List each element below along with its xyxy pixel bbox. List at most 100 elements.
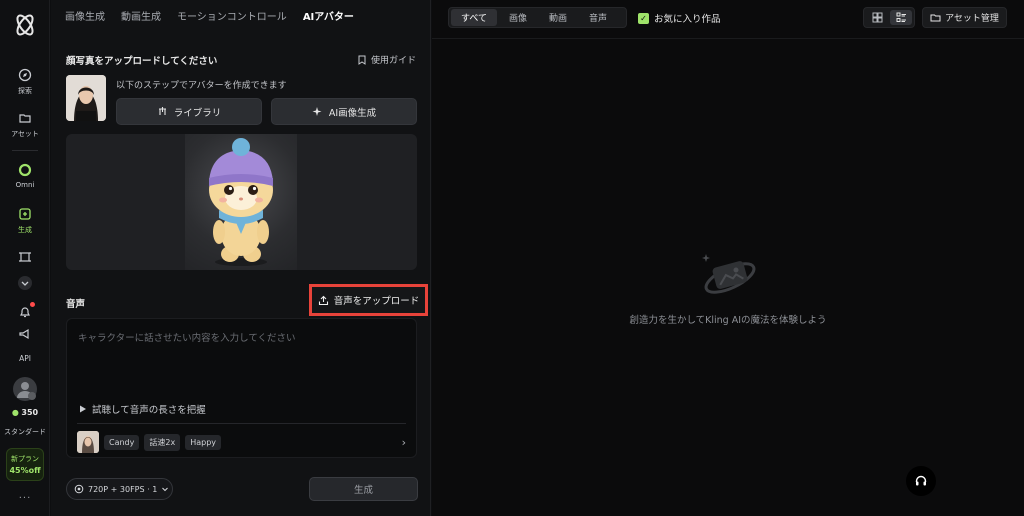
library-button-label: ライブラリ <box>173 107 222 119</box>
asset-management-button[interactable]: アセット管理 <box>922 7 1007 28</box>
promo-line2: 45%off <box>9 466 41 475</box>
speech-text-placeholder: キャラクターに話させたい内容を入力してください <box>78 333 296 344</box>
rail-item-crop[interactable] <box>0 248 50 266</box>
favorites-label: お気に入り作品 <box>654 14 721 25</box>
list-icon <box>896 12 906 22</box>
grid-view-button[interactable] <box>866 10 888 25</box>
usage-guide-link[interactable]: 使用ガイド <box>357 53 416 66</box>
rail-divider <box>12 150 38 151</box>
sparkle-icon <box>312 107 322 116</box>
user-avatar[interactable] <box>0 377 50 401</box>
chevron-right-icon: › <box>401 435 406 449</box>
library-button[interactable]: ライブラリ <box>116 98 262 125</box>
audio-section-title: 音声 <box>66 299 86 310</box>
list-view-button[interactable] <box>890 10 912 25</box>
favorites-toggle[interactable]: ✓ お気に入り作品 <box>638 11 721 25</box>
quality-label: 720P + 30FPS · 1 <box>88 484 158 494</box>
grid-icon <box>872 12 882 23</box>
ai-image-gen-button[interactable]: AI画像生成 <box>271 98 417 125</box>
rail-label-omni: Omni <box>15 181 35 189</box>
folder-icon <box>930 14 941 22</box>
rail-item-notifications[interactable] <box>0 302 50 321</box>
toolbar-divider <box>432 38 1024 39</box>
filter-all[interactable]: すべて <box>451 9 498 26</box>
library-icon <box>158 107 166 115</box>
rail-label-explore: 探索 <box>18 87 32 95</box>
guide-icon <box>358 55 366 65</box>
left-rail: 探索 アセット Omni 生成 API ● 350 スタンダード 新プラン 45… <box>0 0 50 516</box>
voice-chip-emotion: Happy <box>185 434 222 450</box>
rail-expand-button[interactable] <box>0 274 50 292</box>
rail-label-api: API <box>19 354 31 363</box>
filter-video[interactable]: 動画 <box>539 9 577 26</box>
headset-icon <box>915 475 927 486</box>
voice-chip-speed: 話速2x <box>144 433 181 451</box>
credit-drop-icon: ● <box>11 408 19 417</box>
quality-selector[interactable]: 720P + 30FPS · 1 <box>66 478 173 500</box>
chevron-down-icon <box>162 487 169 492</box>
speech-text-input[interactable]: キャラクターに話させたい内容を入力してください 試聴して音声の長さを把握 Can… <box>66 318 417 458</box>
voice-selector[interactable]: Candy 話速2x Happy › <box>77 430 406 454</box>
checkbox-checked-icon: ✓ <box>638 12 649 24</box>
rail-item-generate[interactable]: 生成 <box>0 205 50 235</box>
app-logo-icon[interactable] <box>12 12 38 38</box>
frame-icon <box>16 248 34 266</box>
ai-image-gen-label: AI画像生成 <box>328 107 377 119</box>
steps-instruction: 以下のステップでアバターを作成できます <box>116 81 287 91</box>
notification-dot <box>30 302 35 307</box>
voice-chip-name: Candy <box>104 434 140 450</box>
rail-item-api[interactable]: API <box>0 352 50 363</box>
character-image <box>185 134 297 270</box>
voice-avatar <box>77 431 99 453</box>
compass-icon <box>16 66 34 84</box>
rail-label-assets: アセット <box>11 130 39 138</box>
upload-audio-button[interactable]: 音声をアップロード <box>309 284 428 316</box>
support-button[interactable] <box>906 466 936 496</box>
filter-image[interactable]: 画像 <box>499 9 537 26</box>
play-icon <box>80 405 86 413</box>
tab-ai-avatar[interactable]: AIアバター <box>303 8 354 23</box>
folder-icon <box>16 109 34 127</box>
rail-item-explore[interactable]: 探索 <box>0 66 50 96</box>
view-toggle <box>863 7 915 28</box>
bell-icon <box>16 302 35 321</box>
promo-line1: 新プラン <box>11 455 39 463</box>
face-photo-thumbnail[interactable] <box>66 75 106 121</box>
megaphone-icon <box>16 325 34 343</box>
top-tabs: 画像生成 動画生成 モーションコントロール AIアバター <box>65 8 354 23</box>
rail-item-omni[interactable]: Omni <box>0 161 50 189</box>
credits-count: 350 <box>21 408 39 417</box>
rail-item-announcements[interactable] <box>0 325 50 343</box>
upload-audio-label: 音声をアップロード <box>333 296 420 307</box>
more-menu-button[interactable]: ... <box>0 490 50 501</box>
rail-label-generate: 生成 <box>18 226 32 234</box>
textbox-divider <box>77 423 406 424</box>
create-grid-icon <box>16 205 34 223</box>
empty-state-message: 創造力を生かしてKling AIの魔法を体験しよう <box>629 315 827 326</box>
guide-label: 使用ガイド <box>370 56 416 66</box>
avatar-panel: 画像生成 動画生成 モーションコントロール AIアバター 顔写真をアップロードし… <box>51 0 431 516</box>
empty-state: 創造力を生かしてKling AIの魔法を体験しよう <box>432 248 1024 326</box>
empty-state-illustration-icon <box>702 254 756 294</box>
generate-button[interactable]: 生成 <box>309 477 418 501</box>
works-area: すべて 画像 動画 音声 ✓ お気に入り作品 アセット管理 創造力を生かしてKl… <box>432 0 1024 516</box>
rail-item-assets[interactable]: アセット <box>0 109 50 139</box>
upload-icon <box>318 295 328 305</box>
filter-audio[interactable]: 音声 <box>579 9 617 26</box>
plan-name-label: スタンダード <box>4 428 46 436</box>
trial-listen-button[interactable]: 試聴して音声の長さを把握 <box>79 402 206 416</box>
asset-management-label: アセット管理 <box>945 14 999 24</box>
settings-icon <box>74 484 84 494</box>
credits-display: ● 350 <box>0 408 50 417</box>
tab-video-gen[interactable]: 動画生成 <box>121 8 161 23</box>
tab-motion-control[interactable]: モーションコントロール <box>177 8 287 23</box>
trial-listen-label: 試聴して音声の長さを把握 <box>92 405 206 416</box>
new-plan-promo[interactable]: 新プラン 45%off <box>6 448 44 481</box>
tab-image-gen[interactable]: 画像生成 <box>65 8 105 23</box>
media-filter: すべて 画像 動画 音声 <box>448 7 627 28</box>
upload-face-title: 顔写真をアップロードしてください <box>66 56 218 67</box>
plan-name: スタンダード <box>0 425 50 437</box>
chevron-down-icon <box>16 274 34 292</box>
avatar-preview <box>66 134 417 270</box>
user-avatar-icon <box>13 377 37 401</box>
